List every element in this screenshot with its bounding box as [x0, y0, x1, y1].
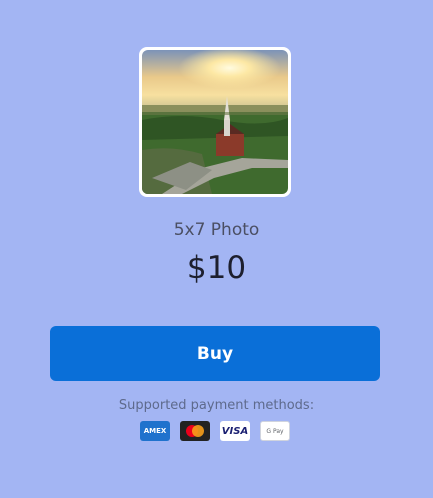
- gpay-label: G Pay: [266, 427, 284, 435]
- amex-label: AMEX: [143, 426, 167, 435]
- payment-methods: AMEX VISA G Pay: [140, 421, 292, 441]
- product-image-frame: [139, 47, 291, 197]
- visa-icon: VISA: [220, 421, 250, 441]
- product-price: $10: [186, 250, 247, 286]
- product-photo: [142, 50, 288, 194]
- amex-icon: AMEX: [140, 421, 170, 441]
- product-title: 5x7 Photo: [173, 220, 260, 240]
- visa-label: VISA: [221, 425, 249, 437]
- buy-button[interactable]: Buy: [50, 326, 380, 381]
- supported-payment-label: Supported payment methods:: [118, 398, 315, 413]
- mastercard-icon: [180, 421, 210, 441]
- google-pay-icon: G Pay: [260, 421, 290, 441]
